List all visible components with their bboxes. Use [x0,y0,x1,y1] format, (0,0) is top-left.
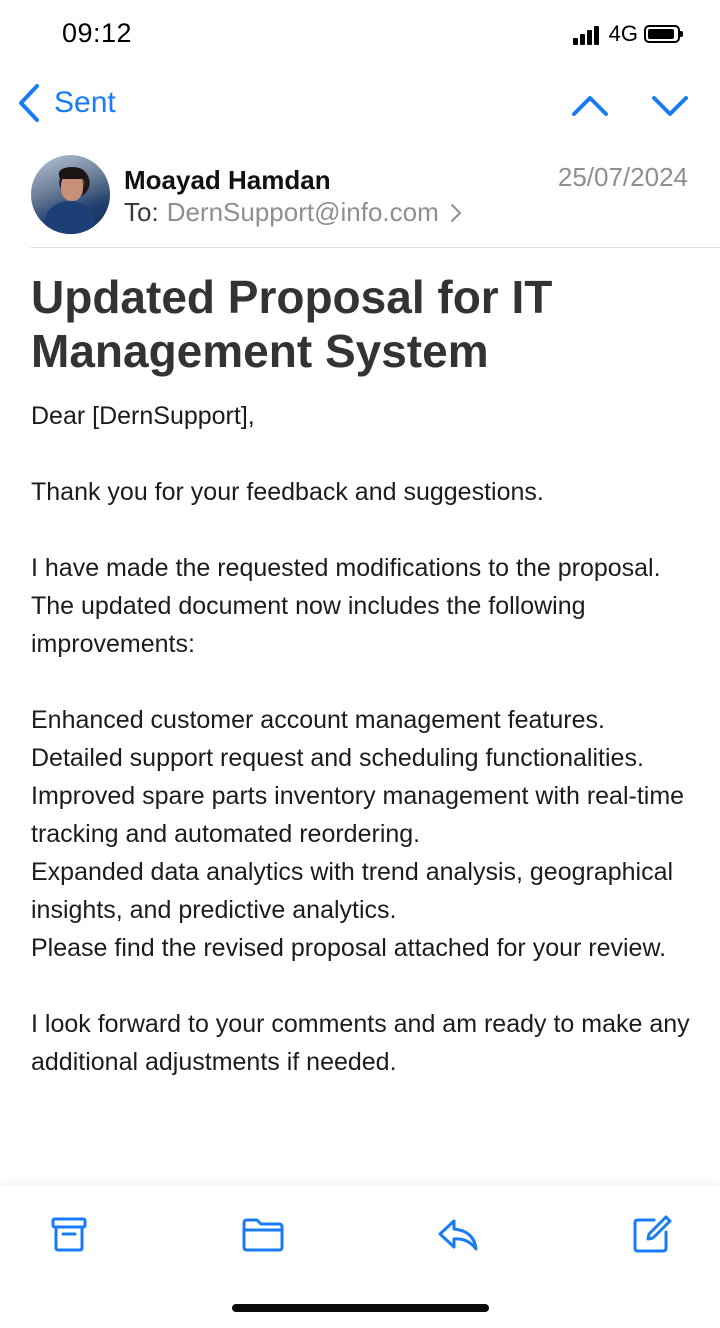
to-label: To: [124,197,159,227]
body-item: Improved spare parts inventory managemen… [31,782,685,848]
status-bar: 09:12 4G [0,0,720,70]
body-intro: I have made the requested modifications … [31,554,661,658]
battery-icon [644,25,683,43]
status-time: 09:12 [62,18,133,48]
avatar-shirt [45,201,95,234]
avatar-hair [59,167,85,179]
body-closing: I look forward to your comments and am r… [31,1010,690,1076]
body-thanks: Thank you for your feedback and suggesti… [31,478,544,506]
body-item: Expanded data analytics with trend analy… [31,858,674,924]
compose-icon[interactable] [630,1212,674,1256]
recipients-row[interactable]: To: DernSupport@info.com [124,197,463,228]
avatar[interactable] [31,155,110,234]
chevron-down-icon[interactable] [650,86,690,126]
message-date: 25/07/2024 [557,162,688,192]
chevron-left-icon [19,84,39,122]
network-type: 4G [608,21,638,46]
archive-icon[interactable] [47,1212,91,1256]
nav-bar: Sent [0,78,720,134]
reply-icon[interactable] [436,1212,480,1256]
home-indicator[interactable] [232,1304,489,1312]
mail-screen: 09:12 4G Sent Moayad Hamdan 25/07/2024 T… [0,0,720,1328]
chevron-up-icon[interactable] [570,86,610,126]
body-item: Enhanced customer account management fea… [31,706,605,734]
body-item: Detailed support request and scheduling … [31,744,644,772]
body-greeting: Dear [DernSupport], [31,402,255,430]
cellular-signal-icon [572,23,601,45]
back-label: Sent [54,86,116,119]
status-indicators: 4G [572,20,683,48]
sender-name[interactable]: Moayad Hamdan [124,165,331,196]
body-item: Please find the revised proposal attache… [31,934,667,962]
header-divider [31,247,720,248]
folder-icon[interactable] [241,1212,285,1256]
back-button[interactable]: Sent [16,82,116,124]
email-subject: Updated Proposal for IT Management Syste… [31,271,553,377]
email-body: Dear [DernSupport], Thank you for your f… [31,397,696,1081]
chevron-right-icon [450,203,461,222]
bottom-toolbar [0,1186,720,1328]
to-address[interactable]: DernSupport@info.com [167,197,439,228]
